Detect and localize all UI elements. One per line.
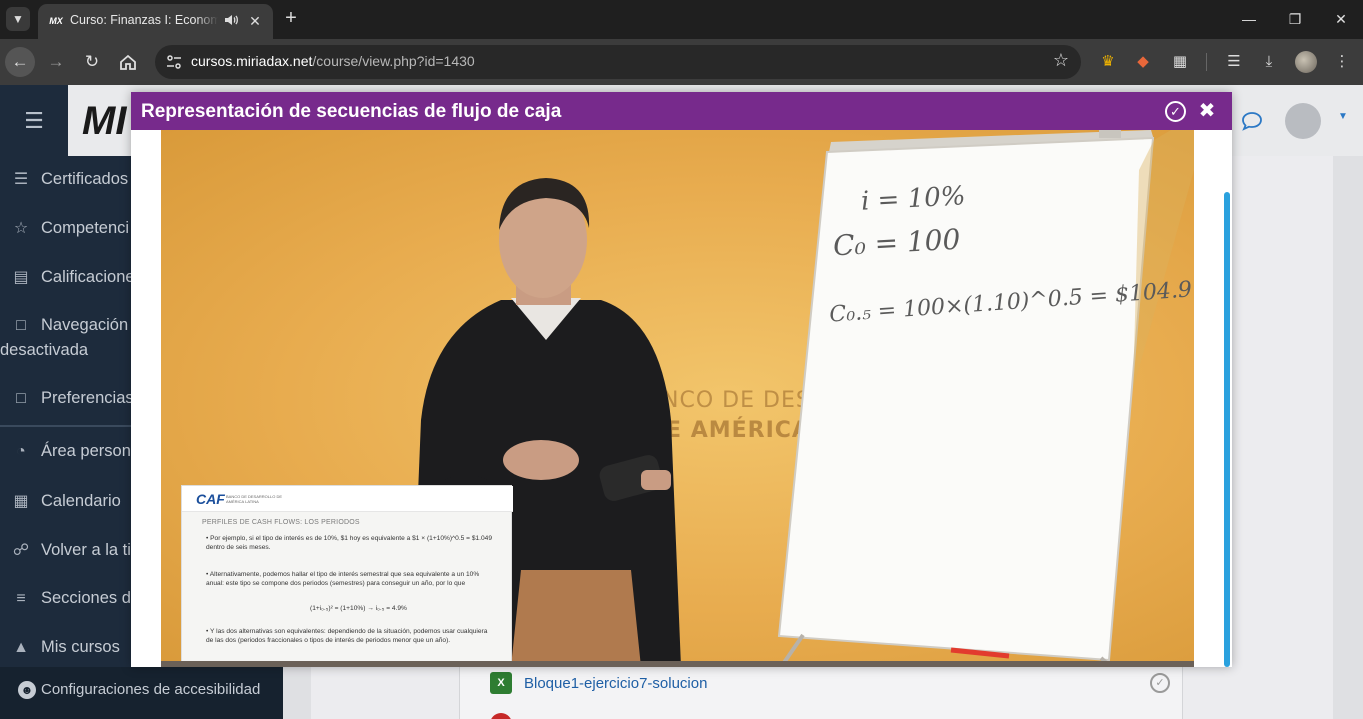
activity-item[interactable]: X Bloque1-ejercicio7-solucion ✓	[490, 672, 1170, 698]
sidebar-item-volver-tienda[interactable]: ☍ Volver a la ti	[10, 540, 131, 566]
site-logo[interactable]: MI	[82, 99, 126, 144]
toolbar-separator	[1206, 53, 1207, 71]
sidebar-item-label: Preferencias	[41, 389, 134, 407]
more-menu-icon[interactable]: ⋮	[1331, 51, 1353, 73]
forward-button[interactable]: →	[41, 47, 71, 77]
accessibility-label: Configuraciones de accesibilidad	[41, 681, 261, 698]
slide-bullet-2-text: Alternativamente, podemos hallar el tipo…	[206, 571, 480, 587]
dashboard-icon: ◔	[16, 443, 26, 460]
address-bar[interactable]: cursos.miriadax.net/course/view.php?id=1…	[155, 45, 1081, 79]
close-window-button[interactable]: ✕	[1328, 8, 1354, 30]
modal-close-icon[interactable]: ✖	[1197, 100, 1217, 122]
sidebar-item-label: Calendario	[41, 492, 121, 510]
activity-link[interactable]: Bloque1-ejercicio7-solucion	[524, 675, 707, 692]
hamburger-menu-icon[interactable]: ☰	[0, 85, 68, 156]
sidebar-item-secciones[interactable]: ≡ Secciones d	[10, 589, 131, 615]
url-host: cursos.miriadax.net	[191, 53, 313, 69]
profile-avatar[interactable]	[1295, 51, 1317, 73]
url-text[interactable]: cursos.miriadax.net/course/view.php?id=1…	[191, 53, 475, 69]
chat-icon[interactable]	[1240, 109, 1264, 133]
whiteboard	[777, 130, 1194, 667]
tab-favicon: MX	[49, 16, 63, 26]
folder-icon: □	[16, 317, 26, 334]
video-modal: Representación de secuencias de flujo de…	[131, 92, 1232, 667]
completion-check-icon[interactable]: ✓	[1150, 673, 1170, 693]
user-avatar[interactable]	[1285, 103, 1321, 139]
slide-formula: (1+i₀.₅)² = (1+10%) → i₀.₅ = 4.9%	[310, 605, 407, 612]
sidebar-item-label: Área persona	[41, 442, 141, 460]
slide-bullet-2: • Alternativamente, podemos hallar el ti…	[206, 571, 480, 587]
slide-header-bar: CAF BANCO DE DESARROLLO DE AMÉRICA LATIN…	[182, 486, 513, 512]
sidebar-item-label: Mis cursos	[41, 638, 120, 656]
calendar-icon: ▦	[13, 493, 29, 510]
sidebar-item-preferencias[interactable]: □ Preferencias	[10, 389, 134, 415]
sidebar-item-area-personal[interactable]: ◔ Área persona	[10, 442, 140, 468]
video-player[interactable]: ANCO DE DESARROLLO E AMÉRICA LATINA i = …	[161, 130, 1194, 667]
slide-bullet-1: • Por ejemplo, si el tipo de interés es …	[206, 535, 493, 551]
layers-icon: ☰	[13, 171, 29, 188]
extensions-puzzle-icon[interactable]: ▦	[1169, 51, 1191, 73]
modal-title: Representación de secuencias de flujo de…	[141, 101, 562, 122]
accessibility-settings-link[interactable]: ☻ Configuraciones de accesibilidad	[0, 667, 283, 719]
tab-close-icon[interactable]: ✕	[245, 11, 265, 31]
reload-button[interactable]: ↻	[77, 47, 107, 77]
tab-title: Curso: Finanzas I: Economía	[70, 13, 218, 27]
video-progress-bar[interactable]	[161, 661, 1194, 667]
mark-complete-check-icon[interactable]: ✓	[1165, 101, 1186, 122]
sidebar-item-mis-cursos[interactable]: ▲ Mis cursos	[10, 638, 120, 664]
browser-tab-bar: ▼ MX Curso: Finanzas I: Economía ✕ + — ❐…	[0, 0, 1363, 39]
modal-header: Representación de secuencias de flujo de…	[131, 92, 1232, 130]
media-queue-icon[interactable]: ☰	[1223, 51, 1245, 73]
url-path: /course/view.php?id=1430	[312, 53, 475, 69]
bookmark-star-icon[interactable]: ☆	[1053, 50, 1069, 71]
modal-scrollbar[interactable]	[1224, 192, 1230, 667]
accessibility-icon: ☻	[18, 681, 36, 699]
sidebar-item-label: Competenci	[41, 219, 130, 237]
site-settings-icon[interactable]	[165, 53, 183, 71]
new-tab-button[interactable]: +	[280, 7, 302, 29]
graduation-cap-icon: ▲	[13, 639, 29, 656]
slide-bullet-3: • Y las dos alternativas son equivalente…	[206, 628, 488, 644]
pdf-icon	[490, 713, 512, 719]
speaker-icon[interactable]	[223, 12, 239, 28]
sidebar-item-calendario[interactable]: ▦ Calendario	[10, 491, 121, 517]
whiteboard-text-line1: i = 10%	[860, 181, 967, 217]
sidebar-item-calificaciones[interactable]: ▤ Calificacione	[10, 267, 135, 293]
browser-tab-active[interactable]: MX Curso: Finanzas I: Economía ✕	[38, 4, 273, 39]
list-icon: ≡	[16, 590, 26, 607]
book-icon: ▤	[13, 269, 29, 286]
lecture-slide: CAF BANCO DE DESARROLLO DE AMÉRICA LATIN…	[181, 485, 513, 667]
slide-heading: PERFILES DE CASH FLOWS: LOS PERIODOS	[202, 519, 360, 526]
caf-logo-subtitle: BANCO DE DESARROLLO DE AMÉRICA LATINA	[226, 494, 283, 504]
spreadsheet-icon: X	[490, 672, 512, 694]
sidebar-item-label: Certificados	[41, 170, 129, 188]
cart-icon: ☍	[12, 542, 30, 559]
caf-logo: CAF	[196, 491, 225, 507]
sidebar-item-label-2: desactivada	[0, 341, 89, 359]
star-icon: ☆	[13, 220, 29, 237]
sidebar-item-label: Calificacione	[41, 268, 135, 286]
back-button[interactable]: ←	[5, 47, 35, 77]
sidebar-item-certificados[interactable]: ☰ Certificados	[10, 169, 128, 195]
sidebar-item-competencias[interactable]: ☆ Competenci	[10, 218, 129, 244]
sidebar-item-label: Navegación	[41, 316, 129, 334]
tab-search-button[interactable]: ▼	[6, 7, 30, 31]
folder-icon: □	[16, 390, 26, 407]
restore-button[interactable]: ❐	[1282, 8, 1308, 30]
whiteboard-text-line2: C₀ = 100	[832, 222, 962, 263]
sidebar-item-label: Secciones d	[41, 589, 131, 607]
download-icon[interactable]: ⤓	[1258, 51, 1280, 73]
slide-bullet-3-text: Y las dos alternativas son equivalentes:…	[206, 628, 488, 644]
home-icon[interactable]	[113, 47, 143, 77]
chevron-down-icon[interactable]: ▼	[1338, 111, 1348, 122]
crown-extension-icon[interactable]: ♛	[1097, 51, 1119, 73]
sidebar-item-navegacion[interactable]: □ Navegación desactivada	[0, 316, 129, 366]
browser-toolbar: ← → ↻ cursos.miriadax.net/course/view.ph…	[0, 39, 1363, 85]
minimize-button[interactable]: —	[1236, 8, 1262, 30]
sidebar-item-label: Volver a la ti	[41, 541, 131, 559]
slide-bullet-1-text: Por ejemplo, si el tipo de interés es de…	[206, 535, 493, 551]
graduation-extension-icon[interactable]: ◆	[1132, 51, 1154, 73]
